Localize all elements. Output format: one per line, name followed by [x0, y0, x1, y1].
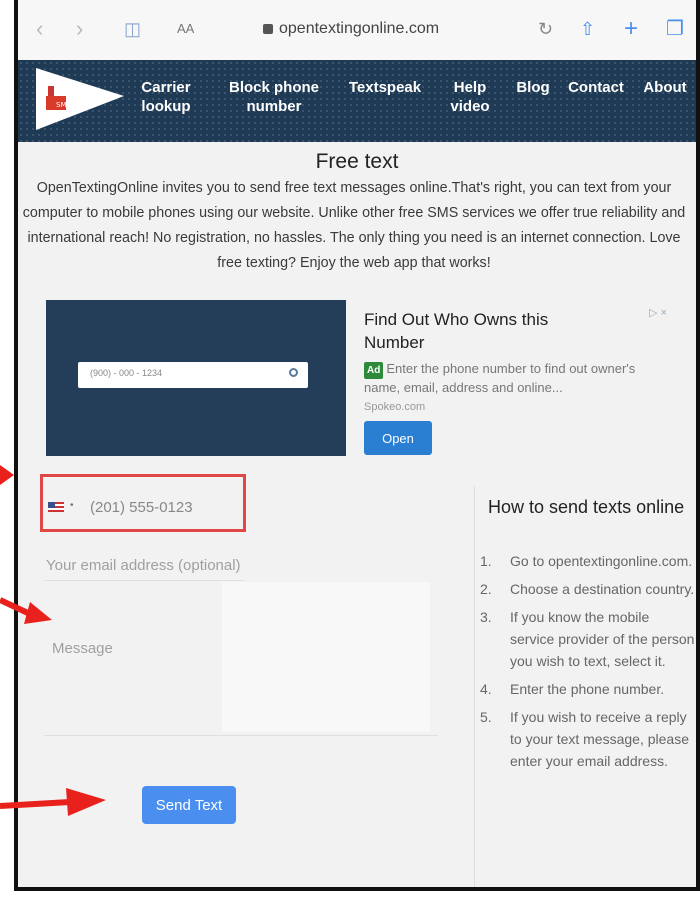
- page-title: Free text: [315, 150, 399, 173]
- email-input[interactable]: [44, 550, 244, 581]
- url-text: opentextingonline.com: [279, 20, 440, 37]
- site-logo-icon[interactable]: SMS: [32, 66, 128, 132]
- arrow-phone-icon: [0, 465, 14, 485]
- us-flag-icon[interactable]: [48, 502, 64, 512]
- intro-text: OpenTextingOnline invites you to send fr…: [22, 180, 686, 271]
- new-tab-icon[interactable]: +: [624, 17, 638, 41]
- forward-icon[interactable]: ›: [76, 18, 83, 40]
- sidebar-divider: [474, 486, 475, 887]
- ad-headline[interactable]: Find Out Who Owns this Number: [364, 308, 604, 354]
- back-icon[interactable]: ‹: [36, 18, 43, 40]
- ad-search-placeholder: (900) - 000 - 1234: [90, 368, 163, 378]
- nav-block-phone-number[interactable]: Block phone number: [228, 78, 320, 116]
- ad-body: Ad Enter the phone number to find out own…: [364, 360, 654, 396]
- bookmarks-icon[interactable]: ◫: [124, 18, 141, 40]
- phone-input[interactable]: [88, 494, 232, 520]
- arrow-send-icon: [0, 788, 106, 816]
- step-item: 1. Go to opentextingonline.com.: [480, 553, 693, 569]
- nav-blog[interactable]: Blog: [510, 78, 556, 97]
- step-item: 4. Enter the phone number.: [480, 681, 665, 697]
- step-item: 3. If you know the mobile service provide…: [480, 609, 695, 669]
- arrow-message-icon: [0, 597, 52, 624]
- country-caret-icon[interactable]: •: [70, 500, 74, 511]
- adchoices-icon[interactable]: ▷ ×: [649, 306, 667, 319]
- ad-domain: Spokeo.com: [364, 401, 426, 413]
- how-to-steps: 1. Go to opentextingonline.com. 2. Choose …: [480, 550, 696, 778]
- ad-search-mock: (900) - 000 - 1234: [78, 362, 308, 388]
- nav-textspeak[interactable]: Textspeak: [342, 78, 428, 97]
- step-item: 5. If you wish to receive a reply to your…: [480, 709, 689, 769]
- tabs-icon[interactable]: ❐: [666, 18, 684, 40]
- ad-open-button[interactable]: Open: [364, 421, 432, 455]
- send-text-button[interactable]: Send Text: [142, 786, 236, 824]
- ad-badge: Ad: [364, 362, 384, 379]
- nav-carrier-lookup[interactable]: Carrier lookup: [136, 78, 196, 116]
- site-header: SMS Carrier lookup Block phone number Te…: [18, 60, 696, 142]
- how-to-title: How to send texts online: [488, 497, 685, 517]
- browser-window: ‹ › ◫ AA opentextingonline.com ↻ ⇧ + ❐ S…: [14, 0, 700, 891]
- reload-icon[interactable]: ↻: [538, 18, 553, 40]
- message-textarea[interactable]: [44, 586, 438, 736]
- lock-icon: [263, 23, 273, 34]
- nav-help-video[interactable]: Help video: [448, 78, 492, 116]
- ad-body-text: Enter the phone number to find out owner…: [364, 361, 636, 395]
- browser-toolbar: ‹ › ◫ AA opentextingonline.com ↻ ⇧ + ❐: [18, 0, 696, 61]
- step-item: 2. Choose a destination country.: [480, 581, 695, 597]
- nav-contact[interactable]: Contact: [564, 78, 628, 97]
- share-icon[interactable]: ⇧: [580, 18, 595, 40]
- address-bar[interactable]: opentextingonline.com: [263, 20, 439, 38]
- text-size-button[interactable]: AA: [177, 21, 194, 36]
- search-icon: [289, 368, 298, 377]
- svg-text:SMS: SMS: [56, 101, 71, 109]
- nav-about[interactable]: About: [638, 78, 692, 97]
